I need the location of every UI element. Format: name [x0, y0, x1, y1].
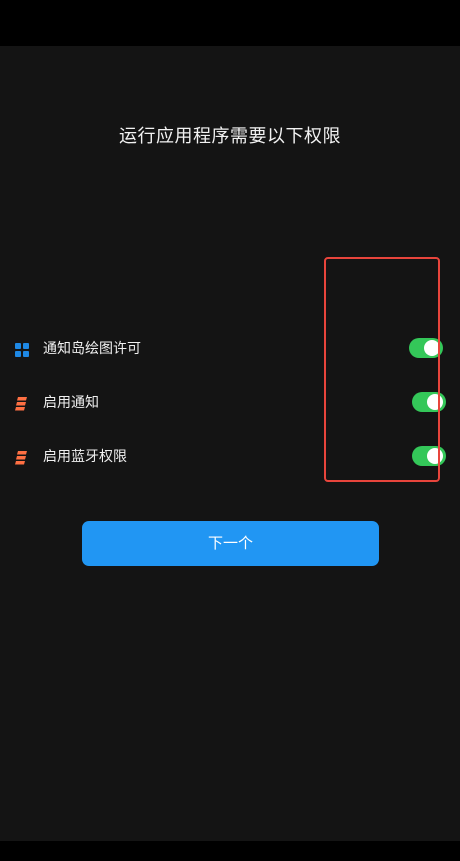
permission-page: 运行应用程序需要以下权限 通知岛绘图许可 启用通知 启用蓝牙权限 下一个 — [0, 46, 460, 841]
page-title: 运行应用程序需要以下权限 — [119, 126, 341, 147]
permission-label: 启用通知 — [43, 395, 99, 411]
app-screen: 运行应用程序需要以下权限 通知岛绘图许可 启用通知 启用蓝牙权限 下一个 — [0, 0, 460, 861]
next-button[interactable]: 下一个 — [82, 521, 379, 566]
permission-label: 启用蓝牙权限 — [43, 449, 127, 465]
status-bar — [0, 0, 460, 46]
stack-icon — [15, 450, 29, 465]
navigation-bar — [0, 841, 460, 861]
grid-icon — [15, 342, 29, 357]
permission-label: 通知岛绘图许可 — [43, 341, 141, 357]
toggle-highlight-box — [324, 257, 440, 482]
stack-icon — [15, 396, 29, 411]
